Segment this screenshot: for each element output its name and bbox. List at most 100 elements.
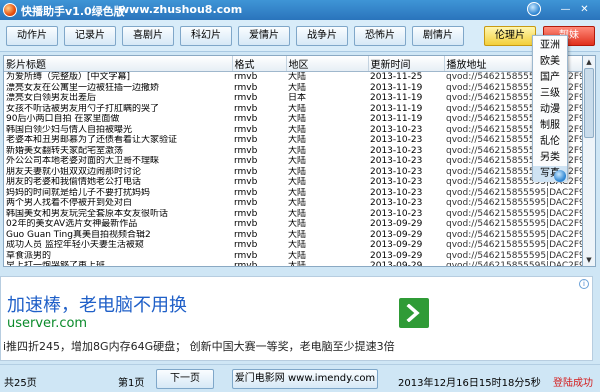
- scroll-up-icon[interactable]: ▲: [584, 57, 594, 67]
- region-menu-item[interactable]: 三级: [533, 86, 567, 102]
- row-region: 大陆: [288, 198, 307, 208]
- row-title: 韩国白领少妇与情人自拍被曝光: [6, 124, 133, 135]
- table-row[interactable]: 为爱所缚（完整版）[中文字幕] rmvb 大陆 2013-11-25 qvod://54…: [4, 72, 582, 83]
- region-menu: 亚洲 欧美 国产 三级 动漫 制服 乱伦 另类 写真: [532, 35, 568, 182]
- table-row[interactable]: 韩国白领少妇与情人自拍被曝光 rmvb 大陆 2013-10-23 qvod://546…: [4, 124, 582, 136]
- row-region: 大陆: [288, 124, 307, 135]
- table-row[interactable]: 两个男人找着不停被开到处对白 rmvb 大陆 2013-10-23 qvod://546…: [4, 198, 582, 209]
- table-row[interactable]: 早上打一炮哭够了再上班 rmvb 大陆 2013-09-29 qvod://546215…: [4, 261, 582, 267]
- row-region: 大陆: [288, 250, 307, 261]
- column-header-region[interactable]: 地区: [286, 56, 369, 72]
- row-title: 老婆本和丑男邮慕为了还债看着让大家验证: [6, 135, 178, 145]
- close-button[interactable]: ✕: [578, 4, 591, 17]
- region-menu-item[interactable]: 亚洲: [533, 38, 567, 54]
- row-updated: 2013-11-19: [370, 93, 423, 103]
- scroll-thumb[interactable]: [584, 68, 594, 138]
- row-updated: 2013-10-23: [370, 166, 423, 177]
- ad-description: i推四折245，增加8G内存64G硬盘； 创新中国大赛一等奖，老电脑至少提速3倍: [3, 340, 395, 353]
- pin-icon[interactable]: [554, 170, 566, 182]
- row-format: rmvb: [234, 177, 258, 187]
- tab-drama[interactable]: 剧情片: [412, 26, 464, 46]
- table-row[interactable]: 妈妈的时间就是给儿子不要打扰妈妈 rmvb 大陆 2013-10-23 qvod://5…: [4, 187, 582, 199]
- minimize-button[interactable]: —: [559, 4, 572, 17]
- row-region: 大陆: [288, 135, 307, 145]
- region-menu-item[interactable]: 制服: [533, 118, 567, 134]
- table-row[interactable]: 漂亮女友在公寓里一边被狂插一边撒娇 rmvb 大陆 2013-11-19 qvod://…: [4, 82, 582, 94]
- row-title: 外公公司本地老婆对面的大卫哥不理睬: [6, 156, 160, 166]
- title-bar: 快播助手v1.0绿色版 www.zhushou8.com — ✕: [0, 0, 600, 20]
- row-title: 韩国美女和男友玩完全套原本女友很听话: [6, 208, 169, 219]
- row-play-url: qvod://546215855595|DAC2F9FF4f26e...: [446, 261, 582, 267]
- column-header-title[interactable]: 影片标题: [4, 56, 233, 72]
- tab-war[interactable]: 战争片: [296, 26, 348, 46]
- row-format: rmvb: [234, 187, 258, 198]
- table-row[interactable]: 02年的美女AV选片女神最新作品 rmvb 大陆 2013-09-29 qvod://5…: [4, 219, 582, 230]
- row-region: 大陆: [288, 229, 307, 240]
- row-updated: 2013-10-23: [370, 135, 423, 145]
- login-status: 登陆成功: [553, 378, 593, 389]
- region-menu-item[interactable]: 另类: [533, 150, 567, 166]
- row-play-url: qvod://546215855595|DAC2F9FF4f26e...: [446, 229, 582, 240]
- row-format: rmvb: [234, 198, 258, 208]
- row-format: rmvb: [234, 103, 258, 114]
- ad-info-icon[interactable]: i: [579, 279, 589, 289]
- row-format: rmvb: [234, 145, 258, 156]
- row-play-url: qvod://546215855595|DAC2F9FF4f26e...: [446, 219, 582, 229]
- region-menu-item[interactable]: 国产: [533, 70, 567, 86]
- table-row[interactable]: 韩国美女和男友玩完全套原本女友很听话 rmvb 大陆 2013-10-23 qvod:/…: [4, 208, 582, 220]
- row-title: 漂亮女白领男友出差后: [6, 93, 97, 103]
- tab-action[interactable]: 动作片: [6, 26, 58, 46]
- row-region: 日本: [288, 93, 307, 103]
- row-format: rmvb: [234, 124, 258, 135]
- chevron-right-icon: [406, 304, 420, 322]
- next-page-button[interactable]: 下一页: [156, 369, 214, 389]
- region-menu-item[interactable]: 乱伦: [533, 134, 567, 150]
- table-row[interactable]: 老婆本和丑男邮慕为了还债看着让大家验证 rmvb 大陆 2013-10-23 qvod:…: [4, 135, 582, 146]
- row-title: 02年的美女AV选片女神最新作品: [6, 219, 138, 229]
- column-header-updated[interactable]: 更新时间: [368, 56, 445, 72]
- row-title: 成功人员 监控年轻小夫妻生活被窥: [6, 240, 144, 250]
- ad-go-button[interactable]: [399, 298, 429, 328]
- table-row[interactable]: 朋友的老婆和我偷情她老公打电话 rmvb 大陆 2013-10-23 qvod://54…: [4, 177, 582, 188]
- pin-icon[interactable]: [527, 2, 541, 16]
- tab-scifi[interactable]: 科幻片: [180, 26, 232, 46]
- row-format: rmvb: [234, 93, 258, 103]
- table-row[interactable]: 成功人员 监控年轻小夫妻生活被窥 rmvb 大陆 2013-09-29 qvod://5…: [4, 240, 582, 251]
- datetime: 2013年12月16日15时18分5秒: [398, 378, 541, 389]
- row-region: 大陆: [288, 114, 307, 124]
- table-row[interactable]: 90后小两口自拍 在家里面做 rmvb 大陆 2013-11-19 qvod://546…: [4, 114, 582, 125]
- table-row[interactable]: Guo Guan Ting真美自拍视频合辑2 rmvb 大陆 2013-09-29 qv…: [4, 229, 582, 241]
- table-row[interactable]: 草食派男的 rmvb 大陆 2013-09-29 qvod://546215855595…: [4, 250, 582, 262]
- table-row[interactable]: 漂亮女白领男友出差后 rmvb 日本 2013-11-19 qvod://5462158…: [4, 93, 582, 104]
- video-list[interactable]: 影片标题 格式 地区 更新时间 播放地址 为爱所缚（完整版）[中文字幕] rmvb…: [3, 55, 583, 267]
- tab-comedy[interactable]: 喜剧片: [122, 26, 174, 46]
- table-row[interactable]: 朋友夫妻就小姐双双边闹那时讨论 rmvb 大陆 2013-10-23 qvod://54…: [4, 166, 582, 178]
- site-link-button[interactable]: 爱门电影网 www.imendy.com: [232, 369, 378, 389]
- row-title: 90后小两口自拍 在家里面做: [6, 114, 120, 124]
- tab-horror[interactable]: 恐怖片: [354, 26, 406, 46]
- row-updated: 2013-10-23: [370, 145, 423, 156]
- row-region: 大陆: [288, 82, 307, 93]
- row-title: 两个男人找着不停被开到处对白: [6, 198, 133, 208]
- row-region: 大陆: [288, 156, 307, 166]
- row-updated: 2013-10-23: [370, 208, 423, 219]
- column-header-format[interactable]: 格式: [232, 56, 287, 72]
- ad-url[interactable]: userver.com: [7, 316, 87, 331]
- region-menu-item[interactable]: 欧美: [533, 54, 567, 70]
- row-title: 新婚美女翻转夫家配宅室激荡: [6, 145, 124, 156]
- app-logo-icon: [3, 3, 17, 17]
- scroll-down-icon[interactable]: ▼: [584, 255, 594, 265]
- tab-romance[interactable]: 爱情片: [238, 26, 290, 46]
- row-updated: 2013-09-29: [370, 250, 423, 261]
- table-row[interactable]: 外公公司本地老婆对面的大卫哥不理睬 rmvb 大陆 2013-10-23 qvod://…: [4, 156, 582, 167]
- ad-banner[interactable]: 加速棒，老电脑不用换 userver.com i推四折245，增加8G内存64G…: [0, 276, 593, 361]
- vertical-scrollbar[interactable]: ▲ ▼: [583, 55, 596, 267]
- table-row[interactable]: 新婚美女翻转夫家配宅室激荡 rmvb 大陆 2013-10-23 qvod://5462…: [4, 145, 582, 157]
- tab-ethics[interactable]: 伦理片: [484, 26, 536, 46]
- tab-documentary[interactable]: 记录片: [64, 26, 116, 46]
- table-row[interactable]: 女孩不听话被男友用勺子打肛瞒的哭了 rmvb 大陆 2013-11-19 qvod://…: [4, 103, 582, 115]
- region-menu-item[interactable]: 动漫: [533, 102, 567, 118]
- row-region: 大陆: [288, 72, 307, 82]
- ad-headline[interactable]: 加速棒，老电脑不用换: [7, 291, 187, 317]
- row-play-url: qvod://546215855595|DAC2F9FF4f26e...: [446, 208, 582, 219]
